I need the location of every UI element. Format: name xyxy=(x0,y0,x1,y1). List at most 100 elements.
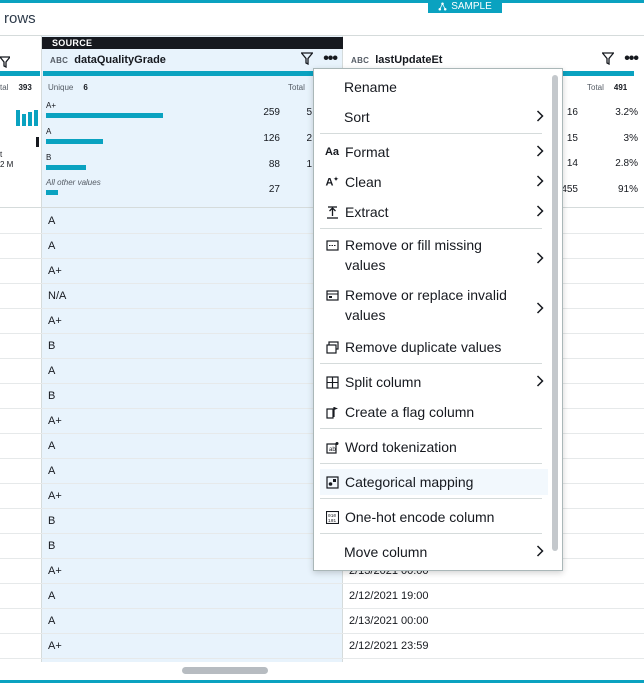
date-cell[interactable]: 2/13/2021 00:00 xyxy=(349,615,429,627)
menu-item-sort[interactable]: Sort xyxy=(314,105,548,129)
grade-cell[interactable]: A xyxy=(48,215,55,227)
left-range-handle[interactable] xyxy=(36,137,39,147)
grade-cell[interactable]: N/A xyxy=(48,290,66,302)
value-label[interactable]: B xyxy=(46,153,51,162)
top-accent-bar xyxy=(0,0,644,3)
menu-item-split-column[interactable]: Split column xyxy=(314,370,548,394)
menu-item-label: Move column xyxy=(344,544,428,560)
tokenization-icon: ab xyxy=(325,440,339,454)
value-percent: 2 xyxy=(306,133,312,144)
data-grid-view: SAMPLE rows tal 393 t 2 M SOURCE ABC data… xyxy=(0,0,644,687)
value-count: 259 xyxy=(263,107,280,118)
grade-cell[interactable]: B xyxy=(48,515,55,527)
value-frequency-bar[interactable] xyxy=(46,139,103,144)
split-column-icon xyxy=(325,375,339,389)
chevron-right-icon xyxy=(536,249,544,269)
date-cell[interactable]: 2/12/2021 19:00 xyxy=(349,590,429,602)
menu-item-word-tokenization[interactable]: ab Word tokenization xyxy=(314,435,548,459)
grade-cell[interactable]: A+ xyxy=(48,565,62,577)
value-label[interactable]: A xyxy=(46,127,51,136)
right-value-percent: 2.8% xyxy=(615,158,638,169)
selected-total-label: Total xyxy=(288,83,305,92)
svg-text:ab: ab xyxy=(329,447,336,453)
horizontal-scrollbar[interactable] xyxy=(0,662,644,678)
menu-item-label: Word tokenization xyxy=(345,439,457,455)
unique-value: 6 xyxy=(83,83,88,92)
grade-cell[interactable]: B xyxy=(48,540,55,552)
menu-separator xyxy=(320,133,542,134)
menu-item-move-column[interactable]: Move column xyxy=(314,540,548,564)
duplicate-values-icon xyxy=(325,340,339,354)
menu-item-remove-or-replace-invalid-values[interactable]: Remove or replace invalid values xyxy=(314,285,548,329)
date-cell[interactable]: 2/12/2021 23:59 xyxy=(349,640,429,652)
menu-item-rename[interactable]: Rename xyxy=(314,75,548,99)
value-label[interactable]: A+ xyxy=(46,101,56,110)
selected-column[interactable] xyxy=(42,36,343,662)
value-count: 27 xyxy=(268,184,280,195)
menu-item-one-hot-encode-column[interactable]: 010 101 One-hot encode column xyxy=(314,505,548,529)
menu-item-categorical-mapping[interactable]: Categorical mapping xyxy=(320,469,548,495)
menu-item-create-a-flag-column[interactable]: Create a flag column xyxy=(314,400,548,424)
extract-icon xyxy=(325,205,339,219)
left-total-stat: tal 393 xyxy=(0,83,32,92)
row-divider xyxy=(0,658,644,659)
grade-cell[interactable]: A+ xyxy=(48,490,62,502)
menu-item-clean[interactable]: A✦ Clean xyxy=(314,170,548,194)
menu-item-extract[interactable]: Extract xyxy=(314,200,548,224)
chevron-right-icon xyxy=(536,174,544,190)
grade-cell[interactable]: A+ xyxy=(48,315,62,327)
grade-cell[interactable]: A xyxy=(48,465,55,477)
right-more-options-icon[interactable]: ••• xyxy=(624,50,639,66)
left-extra-label: t xyxy=(0,150,3,159)
menu-item-remove-or-fill-missing-values[interactable]: Remove or fill missing values xyxy=(314,235,548,279)
grade-cell[interactable]: A xyxy=(48,240,55,252)
grade-cell[interactable]: A+ xyxy=(48,640,62,652)
bottom-accent-bar xyxy=(0,680,644,683)
unique-label: Unique xyxy=(48,83,74,92)
grade-cell[interactable]: A xyxy=(48,365,55,377)
flag-column-icon xyxy=(325,405,339,419)
filter-icon[interactable] xyxy=(301,52,314,65)
menu-item-label: Remove or fill missing values xyxy=(345,237,482,273)
selected-column-bar xyxy=(43,71,342,76)
menu-item-label: Sort xyxy=(344,109,370,125)
right-filter-icon[interactable] xyxy=(602,52,615,65)
grade-cell[interactable]: B xyxy=(48,340,55,352)
horizontal-scroll-thumb[interactable] xyxy=(182,667,268,674)
column-name: dataQualityGrade xyxy=(74,54,166,66)
right-value-percent: 3% xyxy=(623,133,638,144)
menu-item-remove-duplicate-values[interactable]: Remove duplicate values xyxy=(314,335,548,359)
grade-cell[interactable]: A+ xyxy=(48,265,62,277)
right-total-stat: Total 491 xyxy=(587,83,627,92)
left-column-bar xyxy=(0,71,40,76)
menu-separator xyxy=(320,363,542,364)
left-column[interactable] xyxy=(0,36,42,662)
grade-cell[interactable]: B xyxy=(48,390,55,402)
string-type-icon: ABC xyxy=(50,55,69,65)
sample-icon xyxy=(438,2,447,11)
row-divider xyxy=(0,583,644,584)
svg-text:101: 101 xyxy=(328,518,336,524)
more-options-icon[interactable]: ••• xyxy=(323,50,338,66)
menu-item-label: Create a flag column xyxy=(345,404,475,420)
chevron-right-icon xyxy=(536,299,544,319)
grade-cell[interactable]: A xyxy=(48,440,55,452)
selected-column-header[interactable]: ABC dataQualityGrade ••• xyxy=(42,49,343,71)
source-tag: SOURCE xyxy=(42,37,343,49)
grade-cell[interactable]: A xyxy=(48,615,55,627)
left-total-label: tal xyxy=(0,83,9,92)
value-frequency-bar[interactable] xyxy=(46,190,58,195)
value-count: 88 xyxy=(268,159,280,170)
value-frequency-bar[interactable] xyxy=(46,165,86,170)
grade-cell[interactable]: A xyxy=(48,590,55,602)
menu-scrollbar[interactable] xyxy=(552,75,558,551)
value-frequency-bar[interactable] xyxy=(46,113,163,118)
sample-badge[interactable]: SAMPLE xyxy=(428,0,502,13)
clean-icon: A✦ xyxy=(325,176,339,189)
menu-item-format[interactable]: Aa Format xyxy=(314,140,548,164)
grade-cell[interactable]: A+ xyxy=(48,415,62,427)
right-value-percent: 3.2% xyxy=(615,107,638,118)
menu-separator xyxy=(320,463,542,464)
column-actions-menu[interactable]: Rename Sort Aa Format A✦ Clean Extract Remove o… xyxy=(313,68,563,571)
value-label[interactable]: All other values xyxy=(46,178,101,187)
